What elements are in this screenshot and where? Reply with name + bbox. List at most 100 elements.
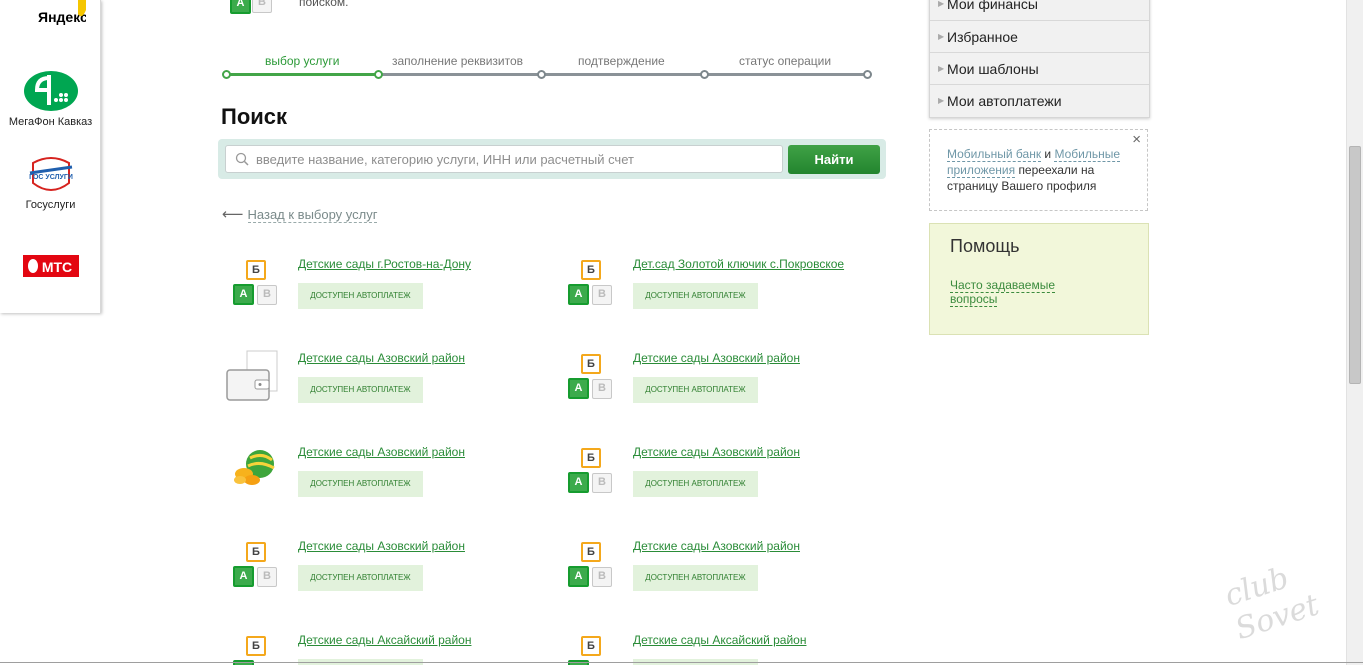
search-input[interactable]: введите название, категорию услуги, ИНН …	[225, 145, 783, 173]
menu-item-label: Мои автоплатежи	[947, 93, 1062, 109]
megafon-logo	[23, 71, 78, 111]
ab-v-block: В	[252, 0, 272, 13]
ab-blocks-icon: Б А	[228, 634, 284, 665]
service-link[interactable]: Детские сады г.Ростов-на-Дону	[298, 257, 471, 271]
ab-b-block: Б	[246, 260, 266, 280]
search-icon	[235, 152, 249, 166]
help-box: Помощь Часто задаваемые вопросы	[929, 223, 1149, 335]
ab-v-block: В	[592, 473, 612, 493]
step-line-1	[226, 73, 378, 76]
mts-logo: МТС	[22, 255, 79, 277]
provider-megafon[interactable]: МегаФон Кавказ	[0, 70, 101, 128]
ab-blocks-icon: Б А В	[228, 540, 284, 596]
faq-link-label: Часто задаваемые вопросы	[950, 278, 1056, 307]
ab-b-block: Б	[246, 542, 266, 562]
step-label-1: выбор услуги	[265, 54, 340, 68]
ab-blocks-icon: Б А	[563, 634, 619, 665]
svg-text:ГОС УСЛУГИ: ГОС УСЛУГИ	[29, 174, 73, 181]
progress-steps: выбор услуги заполнение реквизитов подтв…	[222, 52, 872, 82]
step-line-4	[704, 73, 867, 76]
ab-blocks-icon: Б А В	[563, 352, 619, 408]
mobile-bank-link[interactable]: Мобильный банк	[947, 147, 1042, 162]
back-to-services-link[interactable]: ⟵ Назад к выбору услуг	[222, 205, 378, 223]
service-link[interactable]: Детские сады Азовский район	[298, 539, 465, 553]
right-menu: ▶ Мои финансы ▶ Избранное ▶ Мои шаблоны ▶ Мо…	[929, 0, 1150, 118]
gosuslugi-logo: ГОС УСЛУГИ	[29, 157, 73, 191]
page-root: { "top_partial_text": "поиском.", "provi…	[0, 0, 1363, 665]
service-link[interactable]: Детские сады Азовский район	[633, 445, 800, 459]
menu-item-finances[interactable]: ▶ Мои финансы	[930, 0, 1149, 21]
provider-mts[interactable]: МТС	[0, 254, 101, 278]
ab-b-block: Б	[581, 448, 601, 468]
service-link[interactable]: Детские сады Азовский район	[298, 445, 465, 459]
autopay-badge: ДОСТУПЕН АВТОПЛАТЕЖ	[633, 283, 758, 309]
service-link[interactable]: Дет.сад Золотой ключик с.Покровское	[633, 257, 844, 271]
provider-panel: Яндекс МегаФон Кавказ ГОС УСЛУГИ Госуслу…	[0, 0, 101, 313]
sberbank-coins-icon	[234, 450, 275, 485]
ab-a-block: А	[568, 284, 589, 305]
ab-b-block: Б	[581, 260, 601, 280]
menu-item-favorites[interactable]: ▶ Избранное	[930, 21, 1149, 53]
ab-blocks-icon: Б А В	[563, 446, 619, 502]
ab-a-block: А	[233, 566, 254, 587]
step-dot-5	[863, 70, 872, 79]
ab-b-block: Б	[581, 636, 601, 656]
provider-gosuslugi[interactable]: ГОС УСЛУГИ Госуслуги	[0, 155, 101, 211]
ab-b-block: Б	[246, 636, 266, 656]
wallet-icon	[226, 350, 278, 401]
step-label-4: статус операции	[739, 54, 832, 68]
notice-and: и	[1044, 147, 1052, 161]
mobile-bank-notice: × Мобильный банк и Мобильные приложения …	[929, 129, 1148, 211]
autopay-badge: ДОСТУПЕН АВТОПЛАТЕЖ	[298, 377, 423, 403]
step-label-2: заполнение реквизитов	[392, 54, 524, 68]
partial-text: поиском.	[299, 0, 349, 9]
autopay-badge: ДОСТУПЕН АВТОПЛАТЕЖ	[633, 471, 758, 497]
step-dot-3	[537, 70, 546, 79]
menu-item-label: Мои шаблоны	[947, 61, 1039, 77]
svg-text:МТС: МТС	[41, 259, 71, 275]
provider-label: МегаФон Кавказ	[8, 116, 93, 128]
service-link[interactable]: Детские сады Аксайский район	[298, 633, 471, 647]
menu-item-autopayments[interactable]: ▶ Мои автоплатежи	[930, 85, 1149, 117]
ab-blocks-icon: Б А В	[563, 540, 619, 596]
provider-yandex[interactable]: Яндекс	[0, 0, 101, 28]
search-placeholder: введите название, категорию услуги, ИНН …	[256, 152, 634, 167]
yandex-logo: Яндекс	[38, 0, 86, 25]
autopay-badge: ДОСТУПЕН АВТОПЛАТЕЖ	[633, 377, 758, 403]
step-line-3	[541, 73, 704, 76]
triangle-right-icon: ▶	[938, 32, 945, 41]
ab-blocks-icon: Б А В	[563, 258, 619, 314]
ab-v-block: В	[592, 567, 612, 587]
watermark-logo: club Sovet	[1220, 560, 1324, 648]
faq-link[interactable]: Часто задаваемые вопросы	[950, 278, 1080, 307]
step-dot-2	[374, 70, 383, 79]
ab-b-block: Б	[581, 542, 601, 562]
provider-label: Госуслуги	[25, 199, 76, 211]
ab-a-block: А	[568, 566, 589, 587]
service-link[interactable]: Детские сады Азовский район	[633, 539, 800, 553]
bottom-divider	[0, 662, 1363, 663]
ab-a-block: А	[568, 378, 589, 399]
autopay-badge: ДОСТУПЕН АВТОПЛАТЕЖ	[298, 471, 423, 497]
ab-v-block: В	[592, 285, 612, 305]
autopay-badge: ДОСТУПЕН АВТОПЛАТЕЖ	[633, 565, 758, 591]
page-title: Поиск	[221, 104, 288, 129]
ab-v-block: В	[257, 285, 277, 305]
service-link[interactable]: Детские сады Аксайский район	[633, 633, 806, 647]
close-icon[interactable]: ×	[1132, 132, 1141, 148]
triangle-right-icon: ▶	[938, 0, 945, 8]
autopay-badge: ДОСТУПЕН АВТОПЛАТЕЖ	[298, 283, 423, 309]
menu-item-templates[interactable]: ▶ Мои шаблоны	[930, 53, 1149, 85]
autopay-badge: ДОСТУПЕН АВТОПЛАТЕЖ	[298, 565, 423, 591]
scrollbar-thumb[interactable]	[1349, 146, 1361, 384]
arrow-left-icon: ⟵	[222, 206, 244, 223]
ab-a-block: А	[568, 472, 589, 493]
ab-v-block: В	[257, 567, 277, 587]
service-link[interactable]: Детские сады Азовский район	[633, 351, 800, 365]
help-title: Помощь	[950, 236, 1020, 256]
menu-item-label: Избранное	[947, 29, 1018, 45]
ab-blocks-icon: Б А В	[228, 258, 284, 314]
search-button[interactable]: Найти	[788, 145, 880, 174]
menu-item-label: Мои финансы	[947, 0, 1038, 12]
service-link[interactable]: Детские сады Азовский район	[298, 351, 465, 365]
